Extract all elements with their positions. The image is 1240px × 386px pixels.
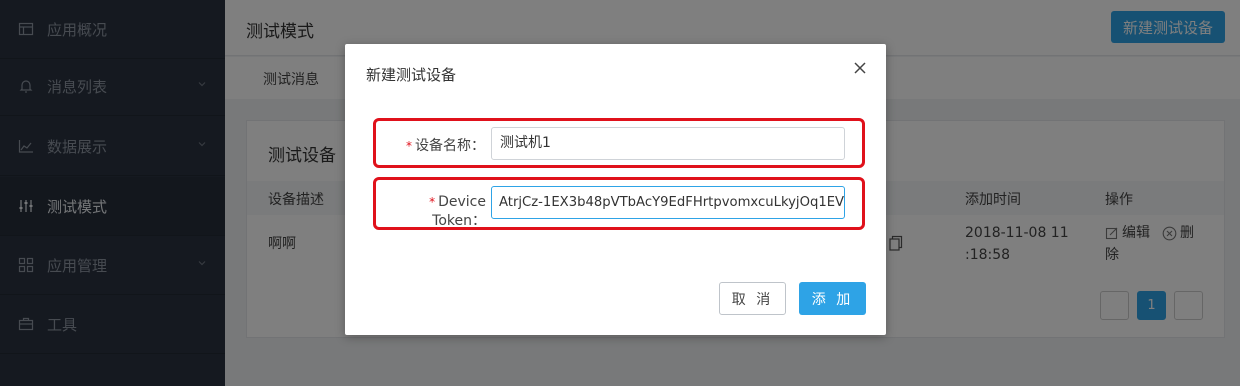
required-mark: * bbox=[406, 139, 412, 153]
new-test-device-dialog: 新建测试设备 * 设备名称： 测试机1 * Device Token： AtrjCz… bbox=[345, 44, 886, 335]
cancel-button[interactable]: 取 消 bbox=[719, 282, 786, 315]
required-mark: * bbox=[429, 195, 436, 209]
device-token-label: * Device Token： bbox=[377, 194, 486, 230]
device-name-label: * 设备名称： bbox=[385, 135, 485, 155]
dialog-title: 新建测试设备 bbox=[366, 66, 457, 84]
close-icon[interactable] bbox=[853, 61, 867, 75]
device-token-field[interactable]: AtrjCz-1EX3b48pVTbAcY9EdFHrtpvomxcuLkyjO… bbox=[491, 186, 845, 219]
device-name-field[interactable]: 测试机1 bbox=[491, 127, 845, 160]
device-token-label-text: Device Token： bbox=[432, 194, 486, 229]
device-token-value: AtrjCz-1EX3b48pVTbAcY9EdFHrtpvomxcuLkyjO… bbox=[499, 195, 845, 210]
add-button[interactable]: 添 加 bbox=[799, 282, 866, 315]
device-name-label-text: 设备名称： bbox=[415, 138, 485, 154]
